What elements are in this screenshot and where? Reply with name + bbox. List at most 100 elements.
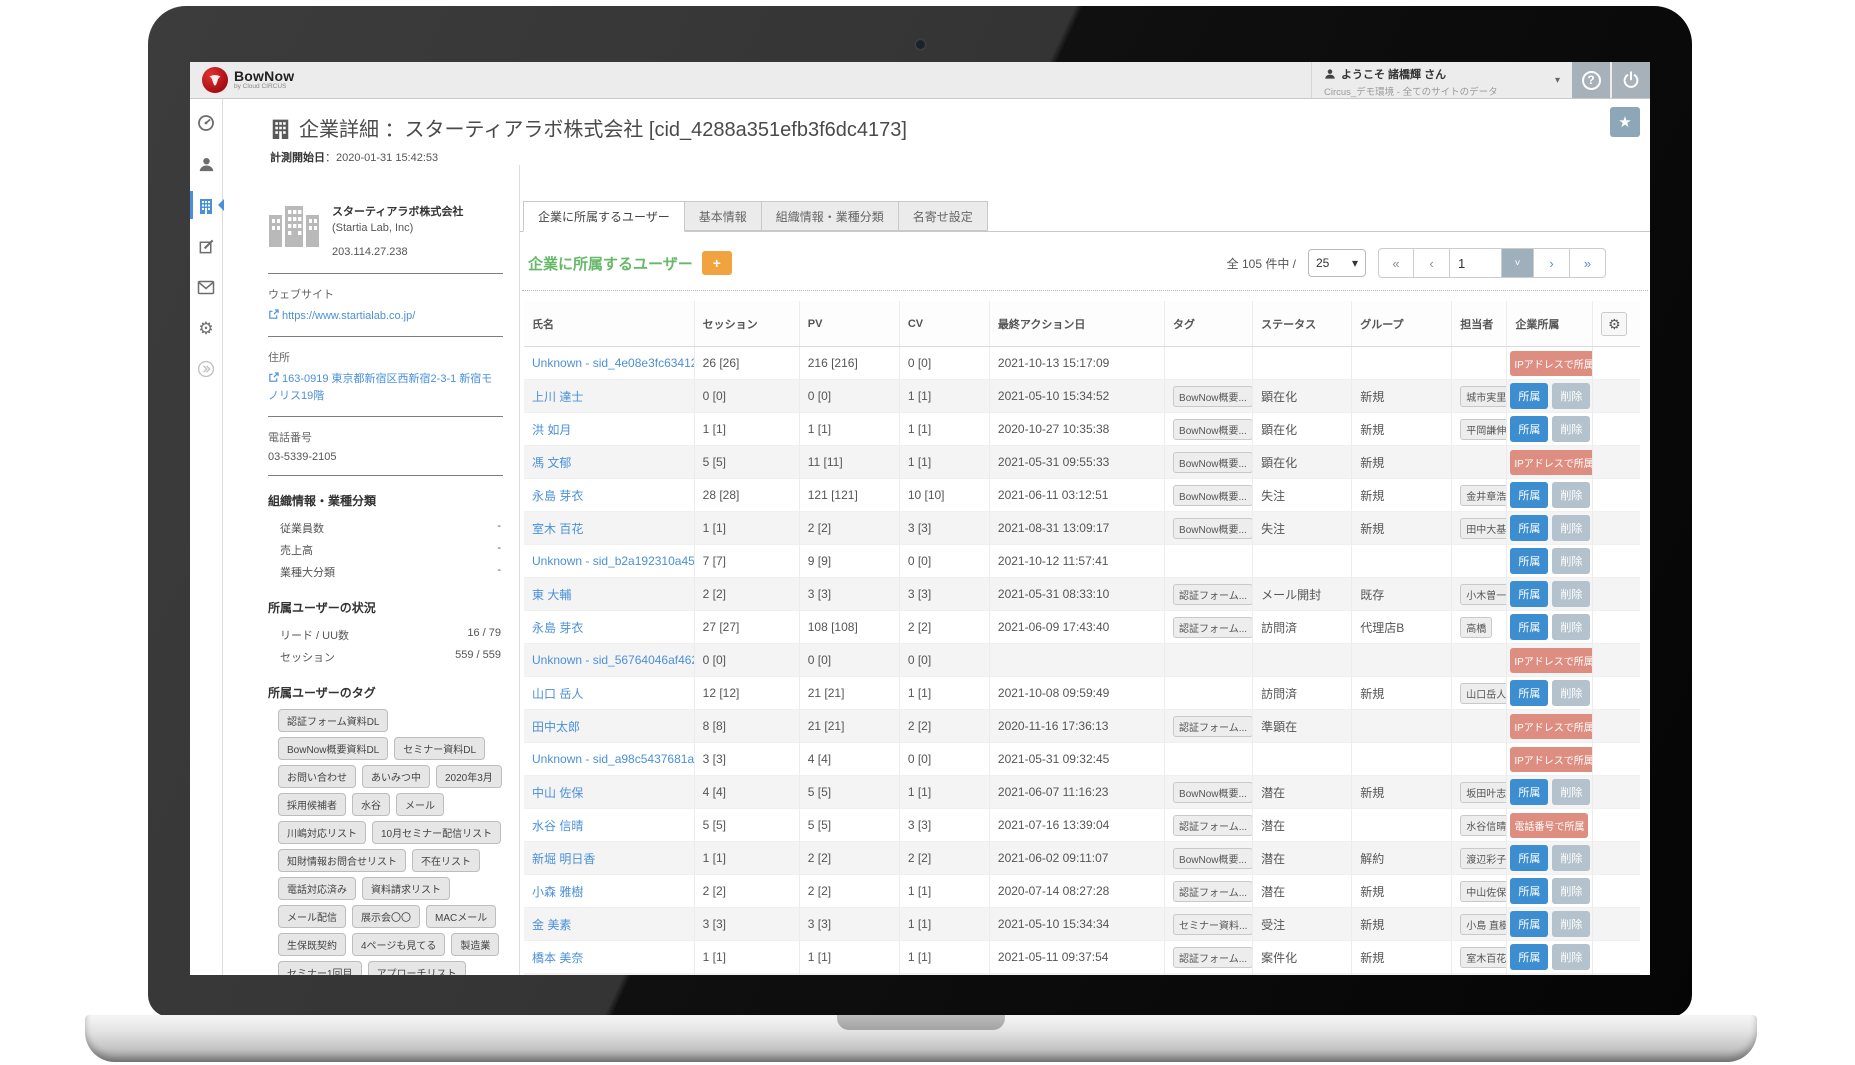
user-name-link[interactable]: 新堀 明日香 [532,852,595,866]
favorite-star-button[interactable]: ★ [1610,107,1640,137]
delete-button[interactable]: 削除 [1552,845,1590,871]
delete-button[interactable]: 削除 [1552,482,1590,508]
owner-chip[interactable]: 水谷信晴 [1460,815,1507,836]
user-tag[interactable]: 資料請求リスト [362,877,450,900]
user-tag[interactable]: 2020年3月 [436,765,502,788]
column-header[interactable]: 担当者 [1452,301,1507,347]
owner-chip[interactable]: 金井章浩 [1460,485,1507,506]
user-tag[interactable]: メール配信 [278,905,346,928]
user-tag[interactable]: アプローチリスト [368,961,466,975]
delete-button[interactable]: 削除 [1552,416,1590,442]
column-header[interactable]: グループ [1352,301,1452,347]
nav-users[interactable] [190,154,223,174]
user-tag[interactable]: 製造業 [451,933,499,956]
page-first-button[interactable]: « [1378,248,1414,278]
belong-button[interactable]: 所属 [1510,548,1548,574]
user-tag[interactable]: お問い合わせ [278,765,356,788]
owner-chip[interactable]: 小島 直樹 [1460,914,1507,935]
column-header[interactable]: PV [799,301,899,347]
bownow-logo[interactable]: BowNow by Cloud CIRCUS [190,67,294,93]
belong-button[interactable]: 所属 [1510,515,1548,541]
column-header[interactable]: 氏名 [524,301,694,347]
belong-button[interactable]: 所属 [1510,581,1548,607]
user-tag-chip[interactable]: セミナー資料... [1173,914,1253,935]
column-header[interactable]: タグ [1165,301,1253,347]
user-tag[interactable]: 認証フォーム資料DL [278,709,388,732]
user-name-link[interactable]: Unknown - sid_56764046af4622f22f [532,653,694,667]
nav-expand[interactable] [190,359,223,379]
logout-button[interactable] [1612,62,1650,98]
user-tag[interactable]: 知財情報お問合せリスト [278,849,406,872]
user-tag[interactable]: セミナー資料DL [394,737,485,760]
user-tag[interactable]: 採用候補者 [278,793,346,816]
delete-button[interactable]: 削除 [1552,515,1590,541]
user-name-link[interactable]: 室木 百花 [532,522,583,536]
user-name-link[interactable]: 上川 達士 [532,390,583,404]
belong-button[interactable]: 所属 [1510,944,1548,970]
user-name-link[interactable]: 東 大輔 [532,588,571,602]
user-tag[interactable]: BowNow概要資料DL [278,737,388,760]
user-tag-chip[interactable]: 認証フォーム... [1173,815,1253,836]
page-size-select[interactable]: 25 ▾ [1308,249,1366,277]
user-menu[interactable]: ようこそ 諸橋輝 さん Circus_デモ環境 - 全てのサイトのデータ [1311,62,1551,98]
belong-button[interactable]: 所属 [1510,911,1548,937]
delete-button[interactable]: 削除 [1552,911,1590,937]
belong-button[interactable]: 所属 [1510,383,1548,409]
user-tag[interactable]: 展示会〇〇 [352,905,420,928]
delete-button[interactable]: 削除 [1552,614,1590,640]
delete-button[interactable]: 削除 [1552,878,1590,904]
user-name-link[interactable]: 永島 芽衣 [532,489,583,503]
belong-button[interactable]: 所属 [1510,779,1548,805]
page-last-button[interactable]: » [1570,248,1606,278]
owner-chip[interactable]: 田中大基 [1460,518,1507,539]
user-tag[interactable]: MACメール [426,905,496,928]
page-next-button[interactable]: › [1534,248,1570,278]
user-name-link[interactable]: Unknown - sid_a98c5437681ada08c [532,752,694,766]
user-tag[interactable]: メール [396,793,444,816]
user-tag[interactable]: 10月セミナー配信リスト [372,821,501,844]
column-header[interactable]: CV [899,301,989,347]
owner-chip[interactable]: 平岡謙伸 [1460,419,1507,440]
nav-content-edit[interactable] [190,236,223,256]
user-name-link[interactable]: Unknown - sid_b2a192310a45e12f1 [532,554,694,568]
user-name-link[interactable]: 山口 岳人 [532,687,583,701]
owner-chip[interactable]: 坂田叶志郎 [1460,782,1507,803]
user-tag-chip[interactable]: BowNow概要... [1173,848,1253,869]
owner-chip[interactable]: 高橋 [1460,617,1492,638]
user-name-link[interactable]: Unknown - sid_4e08e3fc634129598 [532,356,694,370]
user-tag[interactable]: あいみつ中 [362,765,430,788]
delete-button[interactable]: 削除 [1552,944,1590,970]
delete-button[interactable]: 削除 [1552,548,1590,574]
user-name-link[interactable]: 馮 文郁 [532,456,571,470]
user-tag[interactable]: 生保既契約 [278,933,346,956]
belong-button[interactable]: 所属 [1510,614,1548,640]
page-dropdown-button[interactable]: ˅ [1502,248,1534,278]
owner-chip[interactable]: 渡辺彩子 [1460,848,1507,869]
user-tag[interactable]: セミナー1回目 [278,961,362,975]
page-prev-button[interactable]: ‹ [1414,248,1450,278]
user-name-link[interactable]: 田中太郎 [532,720,580,734]
owner-chip[interactable]: 山口岳人 [1460,683,1507,704]
tab-2[interactable]: 基本情報 [685,201,762,231]
user-tag-chip[interactable]: 認証フォーム... [1173,716,1253,737]
belong-button[interactable]: 所属 [1510,845,1548,871]
user-name-link[interactable]: 橋本 美奈 [532,951,583,965]
user-tag[interactable]: 水谷 [352,793,390,816]
delete-button[interactable]: 削除 [1552,581,1590,607]
tab-1[interactable]: 企業に所属するユーザー [523,201,685,232]
user-name-link[interactable]: 金 美素 [532,918,571,932]
user-name-link[interactable]: 永島 芽衣 [532,621,583,635]
user-tag-chip[interactable]: BowNow概要... [1173,782,1253,803]
belong-button[interactable]: 所属 [1510,482,1548,508]
column-header[interactable]: ステータス [1253,301,1352,347]
delete-button[interactable]: 削除 [1552,383,1590,409]
nav-settings[interactable]: ⚙ [190,318,223,338]
nav-companies[interactable] [190,195,223,215]
user-tag-chip[interactable]: BowNow概要... [1173,452,1253,473]
user-tag-chip[interactable]: 認証フォーム... [1173,881,1253,902]
user-tag-chip[interactable]: 認証フォーム... [1173,617,1253,638]
user-tag-chip[interactable]: BowNow概要... [1173,518,1253,539]
page-number-input[interactable]: 1 [1450,248,1502,278]
column-header[interactable]: セッション [694,301,799,347]
nav-mail[interactable] [190,277,223,297]
